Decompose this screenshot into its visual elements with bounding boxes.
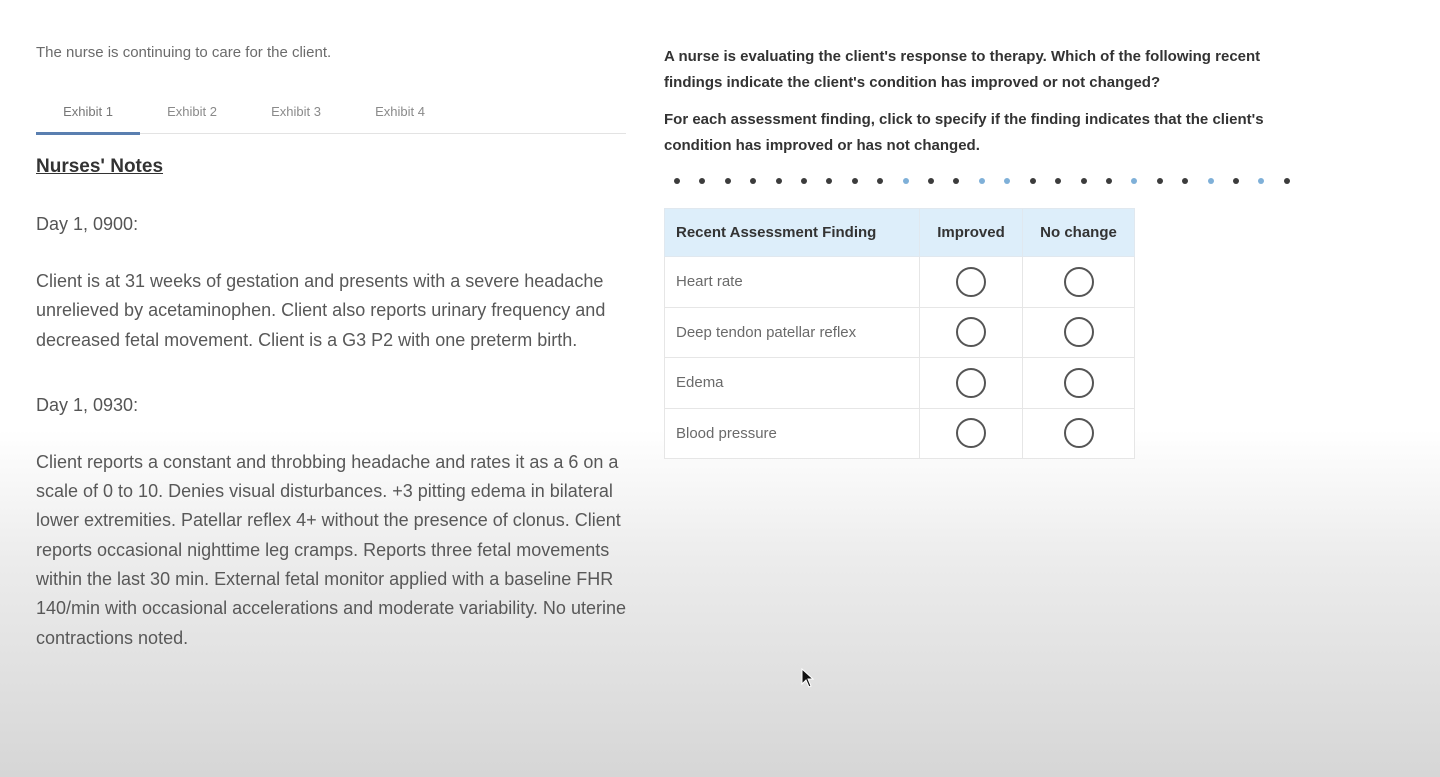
progress-dot — [1080, 178, 1087, 184]
progress-dot — [953, 178, 960, 184]
progress-dot — [1156, 178, 1163, 184]
entry-text: Client is at 31 weeks of gestation and p… — [36, 271, 606, 350]
no-change-radio[interactable] — [1063, 317, 1094, 348]
improved-cell — [919, 306, 1023, 358]
table-row: Heart rate — [664, 256, 1135, 308]
finding-label: Edema — [664, 357, 920, 409]
table-row: Deep tendon patellar reflex — [664, 306, 1135, 358]
instruction-text: For each assessment finding, click to sp… — [664, 111, 1264, 154]
progress-dot — [1131, 178, 1138, 184]
progress-dot — [1105, 178, 1112, 184]
finding-label: Deep tendon patellar reflex — [664, 306, 920, 358]
no-change-radio[interactable] — [1063, 266, 1094, 297]
entry-text: Client reports a constant and throbbing … — [36, 451, 626, 648]
question-panel: A nurse is evaluating the client's respo… — [664, 44, 1304, 459]
progress-dot — [902, 178, 909, 184]
table-row: Blood pressure — [664, 407, 1135, 459]
progress-dot — [1258, 178, 1265, 184]
assessment-grid: Recent Assessment Finding Improved No ch… — [664, 208, 1135, 459]
progress-dot — [1182, 178, 1189, 184]
no-change-radio[interactable] — [1063, 367, 1094, 398]
grid-header-row: Recent Assessment Finding Improved No ch… — [664, 208, 1135, 257]
header-finding: Recent Assessment Finding — [664, 208, 920, 257]
progress-dot — [1232, 178, 1239, 184]
header-improved: Improved — [919, 208, 1023, 257]
improved-cell — [919, 256, 1023, 308]
question-text: A nurse is evaluating the client's respo… — [664, 48, 1261, 91]
progress-dot — [724, 178, 731, 184]
entry-time: Day 1, 0930: — [36, 394, 139, 415]
exhibit-panel: The nurse is continuing to care for the … — [36, 44, 626, 653]
progress-dot — [1283, 178, 1290, 184]
progress-dot — [750, 178, 757, 184]
tab-exhibit-3[interactable]: Exhibit 3 — [244, 104, 348, 133]
progress-dot — [928, 178, 935, 184]
progress-dot — [826, 178, 833, 184]
no-change-cell — [1022, 256, 1135, 308]
no-change-radio[interactable] — [1063, 418, 1094, 449]
entry-time: Day 1, 0900: — [36, 214, 139, 234]
progress-dot — [1207, 178, 1214, 184]
finding-label: Blood pressure — [664, 407, 920, 459]
progress-dot — [1055, 178, 1062, 184]
improved-radio[interactable] — [956, 367, 986, 398]
progress-dot — [674, 178, 680, 184]
progress-dot — [877, 178, 884, 184]
scenario-intro: The nurse is continuing to care for the … — [36, 44, 332, 61]
progress-dot — [801, 178, 808, 184]
no-change-cell — [1022, 407, 1135, 459]
notes-title: Nurses' Notes — [36, 156, 164, 177]
progress-dot — [775, 178, 782, 184]
improved-radio[interactable] — [956, 317, 986, 348]
progress-dot — [851, 178, 858, 184]
no-change-cell — [1022, 306, 1135, 358]
improved-cell — [919, 357, 1023, 409]
exhibit-tabs: Exhibit 1 Exhibit 2 Exhibit 3 Exhibit 4 — [36, 104, 626, 135]
improved-radio[interactable] — [956, 418, 986, 449]
tab-exhibit-4[interactable]: Exhibit 4 — [348, 104, 452, 133]
improved-cell — [919, 407, 1023, 459]
progress-dots — [664, 175, 1300, 187]
mouse-cursor-icon — [801, 668, 815, 688]
improved-radio[interactable] — [956, 266, 986, 297]
progress-dot — [1029, 178, 1036, 184]
tab-exhibit-1[interactable]: Exhibit 1 — [36, 104, 140, 135]
progress-dot — [699, 178, 706, 184]
progress-dot — [978, 178, 985, 184]
header-no-change: No change — [1022, 208, 1135, 257]
no-change-cell — [1022, 357, 1135, 409]
table-row: Edema — [664, 357, 1135, 409]
progress-dot — [1004, 178, 1011, 184]
finding-label: Heart rate — [664, 256, 920, 308]
tab-exhibit-2[interactable]: Exhibit 2 — [140, 104, 244, 133]
